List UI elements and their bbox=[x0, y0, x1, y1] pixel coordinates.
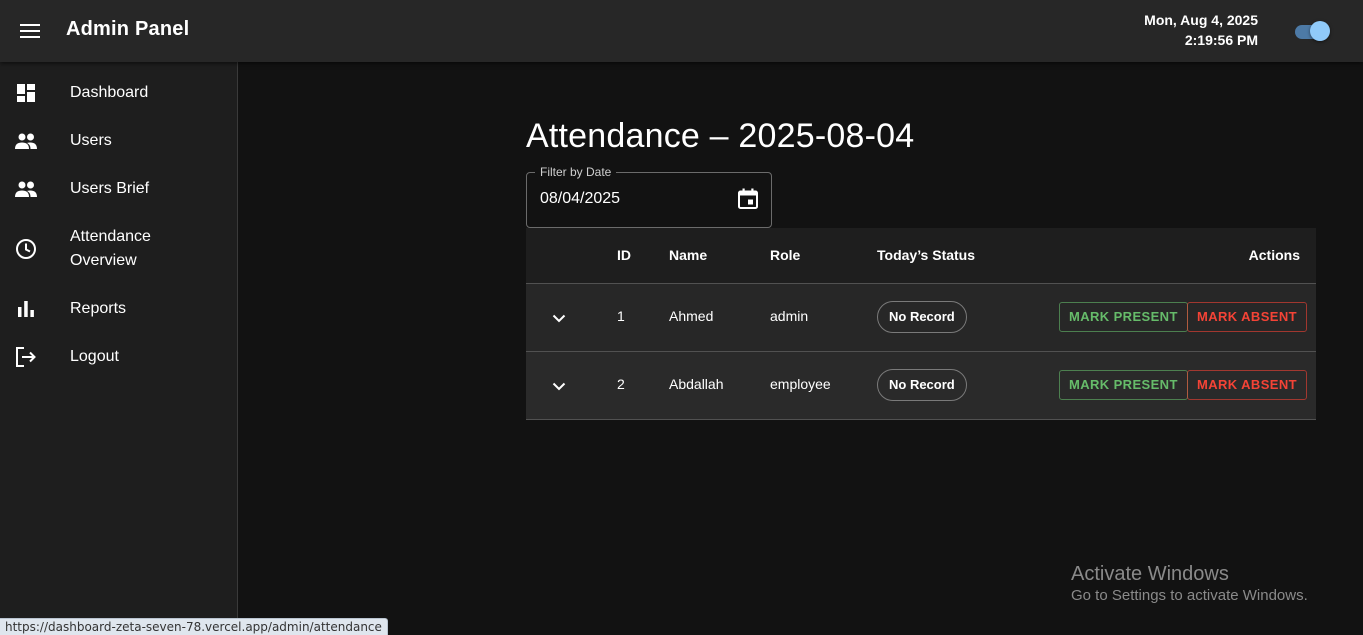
cell-id: 1 bbox=[617, 308, 625, 324]
sidebar-item-logout[interactable]: Logout bbox=[0, 345, 237, 369]
table-row: 2 Abdallah employee No Record MARK PRESE… bbox=[526, 352, 1316, 420]
attendance-table: ID Name Role Today’s Status Actions 1 Ah… bbox=[526, 228, 1316, 420]
clock-time: 2:19:56 PM bbox=[1184, 32, 1258, 48]
clock: Mon, Aug 4, 2025 2:19:56 PM bbox=[1144, 10, 1258, 50]
sidebar-item-label-line2: Overview bbox=[70, 252, 137, 269]
menu-button[interactable] bbox=[14, 15, 46, 47]
clock-date: Mon, Aug 4, 2025 bbox=[1144, 12, 1258, 28]
sidebar-item-label: Logout bbox=[70, 348, 119, 365]
date-filter-label: Filter by Date bbox=[535, 165, 617, 179]
header-id: ID bbox=[617, 247, 631, 263]
mark-absent-button[interactable]: MARK ABSENT bbox=[1187, 370, 1307, 400]
header-name: Name bbox=[669, 247, 708, 263]
date-filter-field[interactable]: Filter by Date 08/04/2025 bbox=[526, 165, 772, 228]
sidebar: Dashboard Users Users Brief Attendance O… bbox=[0, 62, 238, 635]
cell-name: Abdallah bbox=[669, 376, 724, 392]
header-status: Today’s Status bbox=[877, 247, 976, 263]
watermark-title: Activate Windows bbox=[1071, 563, 1229, 585]
theme-toggle[interactable] bbox=[1293, 20, 1333, 42]
people-icon bbox=[14, 177, 38, 201]
sidebar-item-reports[interactable]: Reports bbox=[0, 297, 237, 321]
sidebar-item-label: Users bbox=[70, 132, 112, 149]
expand-row-button[interactable] bbox=[544, 371, 574, 401]
page-title: Attendance – 2025-08-04 bbox=[526, 117, 915, 155]
table-header: ID Name Role Today’s Status Actions bbox=[526, 228, 1316, 284]
menu-icon bbox=[20, 24, 40, 38]
people-icon bbox=[14, 129, 38, 153]
sidebar-item-users[interactable]: Users bbox=[0, 129, 237, 153]
status-badge: No Record bbox=[877, 301, 967, 333]
sidebar-item-label: Reports bbox=[70, 300, 127, 317]
sidebar-item-label-line1: Attendance bbox=[70, 228, 151, 245]
activation-watermark: Activate Windows Go to Settings to activ… bbox=[1071, 562, 1308, 606]
chevron-down-icon bbox=[552, 382, 566, 390]
cell-name: Ahmed bbox=[669, 308, 714, 324]
mark-present-button[interactable]: MARK PRESENT bbox=[1059, 302, 1188, 332]
browser-status-url: https://dashboard-zeta-seven-78.vercel.a… bbox=[0, 618, 388, 635]
cell-role: admin bbox=[770, 308, 809, 324]
dashboard-icon bbox=[14, 81, 38, 105]
clock-icon bbox=[14, 237, 38, 261]
mark-present-button[interactable]: MARK PRESENT bbox=[1059, 370, 1188, 400]
header-actions: Actions bbox=[1248, 247, 1300, 263]
expand-row-button[interactable] bbox=[544, 303, 574, 333]
cell-id: 2 bbox=[617, 376, 625, 392]
app-title: Admin Panel bbox=[66, 18, 190, 40]
cell-role: employee bbox=[770, 376, 831, 392]
status-badge: No Record bbox=[877, 369, 967, 401]
sidebar-item-attendance-overview[interactable]: Attendance Overview bbox=[0, 225, 237, 273]
sidebar-item-users-brief[interactable]: Users Brief bbox=[0, 177, 237, 201]
app-bar: Admin Panel Mon, Aug 4, 2025 2:19:56 PM bbox=[0, 0, 1363, 62]
mark-absent-button[interactable]: MARK ABSENT bbox=[1187, 302, 1307, 332]
calendar-icon[interactable] bbox=[737, 188, 761, 212]
table-row: 1 Ahmed admin No Record MARK PRESENT MAR… bbox=[526, 284, 1316, 352]
chevron-down-icon bbox=[552, 314, 566, 322]
toggle-thumb bbox=[1310, 21, 1330, 41]
sidebar-item-label: Users Brief bbox=[70, 180, 150, 197]
watermark-subtitle: Go to Settings to activate Windows. bbox=[1071, 587, 1308, 604]
date-filter-input[interactable]: 08/04/2025 bbox=[540, 190, 620, 208]
sidebar-item-label: Attendance Overview bbox=[70, 225, 151, 273]
header-role: Role bbox=[770, 247, 801, 263]
logout-icon bbox=[14, 345, 38, 369]
sidebar-item-dashboard[interactable]: Dashboard bbox=[0, 81, 237, 105]
sidebar-item-label: Dashboard bbox=[70, 84, 149, 101]
bar-chart-icon bbox=[14, 297, 38, 321]
